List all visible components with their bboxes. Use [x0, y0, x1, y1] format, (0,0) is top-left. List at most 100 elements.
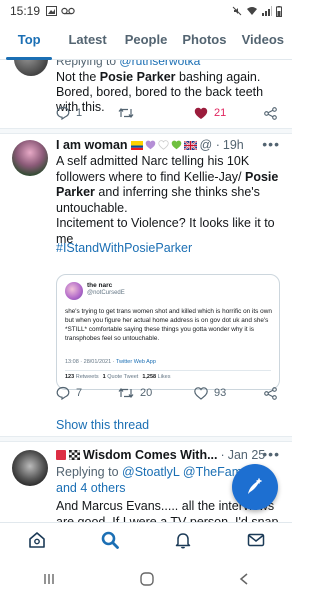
tweet-partial[interactable]: Replying to @ruthserwotka Not the Posie … [0, 60, 292, 128]
wifi-icon [247, 7, 257, 15]
back-button[interactable] [238, 572, 250, 591]
replying-others[interactable]: and 4 others [56, 481, 126, 495]
quote-timestamp: 13:08 · 28/01/2021 · Twitter Web App [65, 359, 156, 365]
recent-apps-icon [43, 573, 54, 584]
show-thread-link[interactable]: Show this thread [56, 418, 149, 432]
tweet-time: 19h [222, 138, 244, 152]
voicemail-icon [61, 7, 75, 15]
reply-icon [56, 106, 70, 120]
tweet-time-prefix: @ · [199, 138, 220, 152]
mail-icon [247, 533, 264, 547]
reply-button[interactable]: 7 [56, 386, 118, 400]
quote-avatar [65, 282, 83, 300]
compose-icon [248, 478, 262, 494]
hashtag-link[interactable]: #IStandWithPosieParker [56, 241, 192, 255]
tweet-text-part: A self admitted Narc telling his 10K fol… [56, 154, 250, 184]
mute-icon [232, 6, 242, 16]
retweet-icon [118, 108, 134, 118]
reply-count: 1 [76, 107, 83, 119]
retweet-icon [118, 388, 134, 398]
retweet-button[interactable]: 20 [118, 386, 194, 400]
tweet-header: I am woman @ · 19h [56, 138, 244, 152]
home-icon [28, 532, 45, 548]
avatar[interactable] [12, 450, 48, 486]
reply-button[interactable]: 1 [56, 106, 118, 120]
tweet-text-bold: Posie Parker [99, 70, 176, 84]
battery-icon [276, 5, 282, 17]
status-time: 15:19 [10, 4, 41, 18]
status-bar: 15:19 [0, 0, 292, 22]
tweet-actions: 1 21 [56, 106, 277, 120]
emoji-flags [130, 140, 197, 150]
replying-to: Replying to @ruthserwotka [56, 60, 200, 68]
system-navigation [0, 562, 292, 600]
status-icons [46, 6, 75, 16]
replying-prefix: Replying to [56, 465, 119, 479]
like-button[interactable]: 93 [194, 386, 264, 400]
green-heart-icon [171, 140, 181, 150]
tab-photos[interactable]: Photos [175, 22, 233, 59]
tweet-actions: 7 20 93 [56, 386, 277, 400]
bottom-nav [0, 522, 292, 562]
quote-stats: 123 Retweets 1 Quote Tweet 1,258 Likes [65, 374, 170, 380]
avatar[interactable] [14, 60, 48, 76]
status-right [232, 5, 282, 17]
search-tab[interactable] [100, 530, 120, 555]
like-button[interactable]: 21 [194, 107, 264, 120]
tweet-main[interactable]: I am woman @ · 19h ••• A self admitted N… [0, 134, 292, 432]
like-count: 21 [214, 107, 227, 119]
home-tab[interactable] [27, 530, 47, 555]
share-icon [264, 106, 277, 120]
signal-icon [262, 6, 272, 16]
retweet-button[interactable] [118, 106, 194, 120]
gallery-icon [46, 6, 58, 16]
flag-uk-icon [183, 140, 197, 150]
white-heart-icon [157, 140, 169, 150]
share-icon [264, 386, 277, 400]
home-system-button[interactable] [139, 571, 155, 592]
quote-likes: 1,258 Likes [142, 374, 171, 380]
heart-icon [194, 386, 208, 400]
tweet-time: Jan 25 [227, 448, 266, 462]
display-name[interactable]: Wisdom Comes With... [83, 448, 218, 462]
display-name[interactable]: I am woman [56, 138, 128, 152]
notifications-tab[interactable] [173, 530, 193, 555]
quote-divider [65, 370, 271, 371]
home-circle-icon [140, 571, 154, 586]
recent-apps-button[interactable] [42, 572, 56, 591]
more-options-icon[interactable]: ••• [262, 446, 280, 462]
back-icon [240, 572, 248, 585]
heart-icon [194, 107, 208, 119]
share-button[interactable] [264, 106, 277, 120]
retweet-count: 20 [140, 387, 153, 399]
messages-tab[interactable] [246, 530, 266, 555]
tweet-time-prefix: · [220, 448, 225, 462]
search-icon [101, 531, 119, 549]
tab-videos[interactable]: Videos [234, 22, 292, 59]
tab-top[interactable]: Top [0, 22, 58, 60]
avatar[interactable] [12, 140, 48, 176]
compose-tweet-button[interactable] [232, 464, 278, 510]
tab-latest[interactable]: Latest [58, 22, 116, 59]
quote-text: she's trying to get trans women shot and… [65, 308, 272, 342]
purple-heart-icon [145, 140, 155, 150]
quote-tweet-card[interactable]: the narc @notCursedE she's trying to get… [56, 274, 280, 390]
divider [0, 436, 292, 442]
quote-quotes: 1 Quote Tweet [102, 374, 139, 380]
share-button[interactable] [264, 386, 277, 400]
quote-handle: @notCursedE [87, 290, 125, 296]
replying-prefix: Replying to [56, 60, 117, 68]
tweet-text-part: Not the [56, 70, 100, 84]
reply-count: 7 [76, 387, 83, 399]
tweet-text: A self admitted Narc telling his 10K fol… [56, 154, 284, 247]
quote-time: 13:08 · 28/01/2021 · [65, 359, 116, 365]
like-count: 93 [214, 387, 227, 399]
quote-display-name: the narc [87, 282, 113, 289]
quote-retweets: 123 Retweets [65, 374, 99, 380]
bell-icon [175, 533, 190, 549]
flag-ecuador-icon [130, 140, 143, 150]
replying-handle[interactable]: @ruthserwotka [119, 60, 200, 68]
reply-icon [56, 386, 70, 400]
more-options-icon[interactable]: ••• [262, 136, 280, 152]
tab-people[interactable]: People [117, 22, 175, 59]
